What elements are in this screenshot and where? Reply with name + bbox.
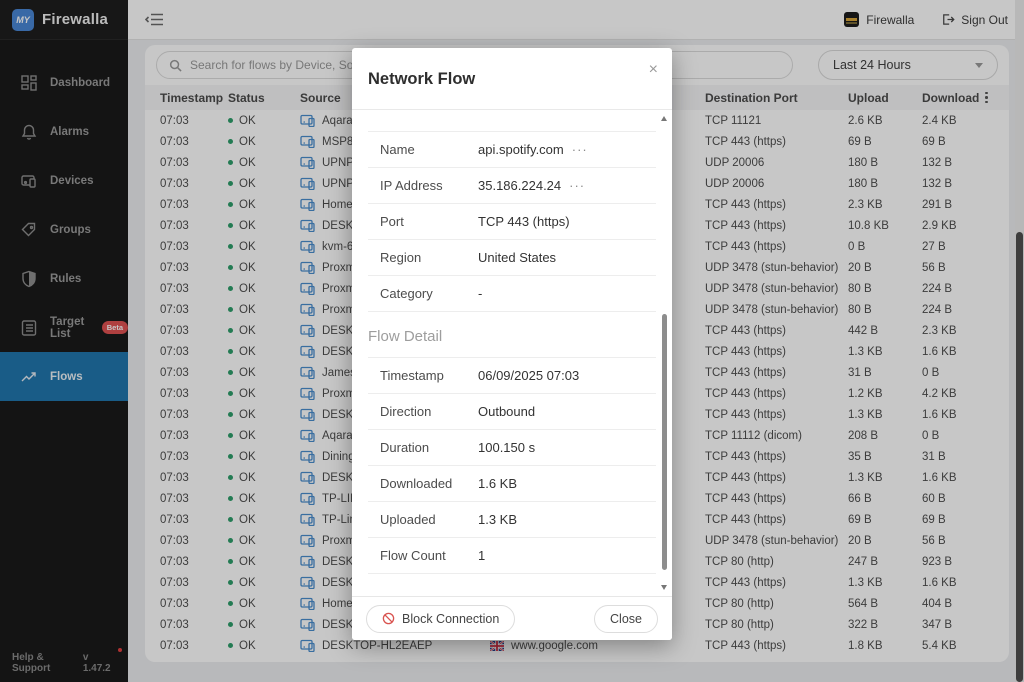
field-label: Flow Count [380, 548, 478, 563]
field-row: Category - [368, 276, 656, 312]
field-label: Port [380, 214, 478, 229]
field-label: Category [380, 286, 478, 301]
block-icon [382, 612, 395, 625]
flow-detail-fields: Timestamp 06/09/2025 07:03 Direction Out… [368, 358, 656, 574]
field-value: - [478, 286, 482, 301]
field-row: Duration 100.150 s [368, 430, 656, 466]
field-label: IP Address [380, 178, 478, 193]
scroll-down-arrow[interactable] [661, 585, 667, 590]
close-icon[interactable]: × [649, 62, 658, 78]
field-label: Direction [380, 404, 478, 419]
field-row: Timestamp 06/09/2025 07:03 [368, 358, 656, 394]
block-connection-button[interactable]: Block Connection [366, 605, 515, 633]
modal-body: Name api.spotify.com ··· IP Address 35.1… [352, 110, 672, 596]
field-value: 1.6 KB [478, 476, 517, 491]
field-row: Uploaded 1.3 KB [368, 502, 656, 538]
field-value: United States [478, 250, 556, 265]
field-label: Downloaded [380, 476, 478, 491]
field-row: Name api.spotify.com ··· [368, 132, 656, 168]
field-value: 06/09/2025 07:03 [478, 368, 579, 383]
modal-scrollbar-thumb[interactable] [662, 314, 667, 570]
field-label: Uploaded [380, 512, 478, 527]
field-value: Outbound [478, 404, 535, 419]
field-value: 1.3 KB [478, 512, 517, 527]
field-value: TCP 443 (https) [478, 214, 570, 229]
field-row: Flow Count 1 [368, 538, 656, 574]
flow-detail-section-title: Flow Detail [368, 312, 656, 358]
field-value: 100.150 s [478, 440, 535, 455]
modal-scrollbar[interactable] [660, 114, 669, 592]
field-menu-icon[interactable]: ··· [572, 142, 588, 157]
network-flow-modal: Network Flow × Name api.spotify.com ··· … [352, 48, 672, 640]
scroll-up-arrow[interactable] [661, 116, 667, 121]
field-label: Duration [380, 440, 478, 455]
field-menu-icon[interactable]: ··· [569, 178, 585, 193]
field-row: IP Address 35.186.224.24 ··· [368, 168, 656, 204]
field-row: Downloaded 1.6 KB [368, 466, 656, 502]
field-label: Name [380, 142, 478, 157]
divider [368, 110, 656, 132]
field-label: Region [380, 250, 478, 265]
field-row: Port TCP 443 (https) [368, 204, 656, 240]
app-window: MY Firewalla Dashboard Alarms Devices Gr… [0, 0, 1024, 682]
field-label: Timestamp [380, 368, 478, 383]
field-row: Direction Outbound [368, 394, 656, 430]
modal-close-button[interactable]: Close [594, 605, 658, 633]
modal-footer: Block Connection Close [352, 596, 672, 640]
field-row: Region United States [368, 240, 656, 276]
field-value: 35.186.224.24 [478, 178, 561, 193]
modal-header: Network Flow × [352, 48, 672, 110]
field-value: 1 [478, 548, 485, 563]
flow-fields: Name api.spotify.com ··· IP Address 35.1… [368, 132, 656, 312]
modal-title: Network Flow [368, 70, 656, 89]
field-value: api.spotify.com [478, 142, 564, 157]
